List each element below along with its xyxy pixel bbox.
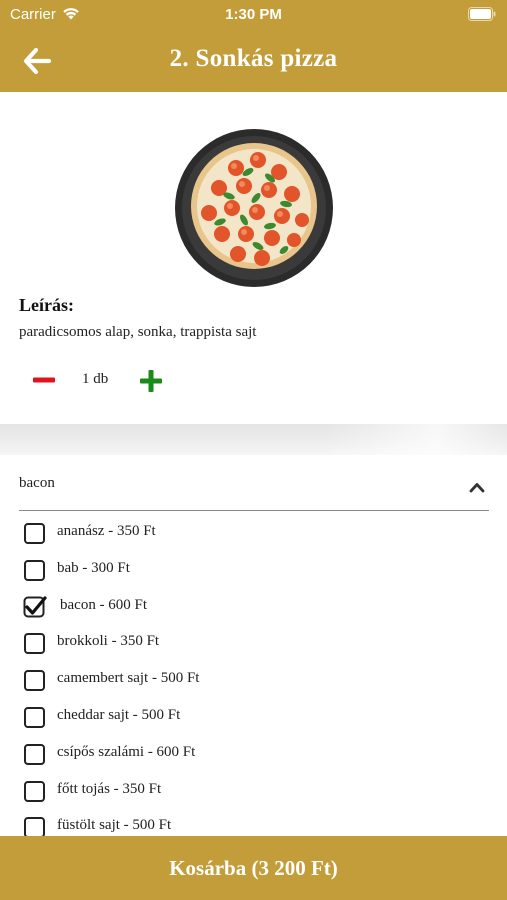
add-to-cart-label: Kosárba (3 200 Ft) <box>169 856 338 880</box>
topping-option[interactable]: cheddar sajt - 500 Ft <box>24 699 484 736</box>
plus-icon <box>140 370 162 392</box>
battery-icon <box>468 7 496 21</box>
chevron-up-icon <box>469 483 485 493</box>
toppings-dropdown[interactable]: bacon <box>19 465 489 511</box>
nav-bar: 2. Sonkás pizza <box>0 30 507 92</box>
checkbox[interactable] <box>24 706 45 728</box>
quantity-value: 1 db <box>82 371 109 387</box>
status-bar: Carrier 1:30 PM <box>0 0 507 28</box>
dropdown-selected-value: bacon <box>19 475 55 491</box>
minus-icon <box>33 377 55 383</box>
topping-option-label: csípős szalámi - 600 Ft <box>57 743 196 760</box>
topping-option-label: bacon - 600 Ft <box>60 596 148 613</box>
description-heading: Leírás: <box>19 295 74 315</box>
topping-option-label: brokkoli - 350 Ft <box>57 633 160 650</box>
checkbox-checked[interactable] <box>23 595 47 618</box>
checkbox[interactable] <box>24 670 45 692</box>
topping-option[interactable]: bab - 300 Ft <box>24 552 484 589</box>
top-bar: Carrier 1:30 PM 2. Sonkás pizza <box>0 0 507 92</box>
topping-option-label: ananász - 350 Ft <box>57 523 156 539</box>
increase-quantity-button[interactable] <box>136 366 166 396</box>
topping-option-label: füstölt sajt - 500 Ft <box>57 817 172 834</box>
topping-option[interactable]: csípős szalámi - 600 Ft <box>24 736 484 773</box>
checkbox[interactable] <box>24 523 45 544</box>
topping-option-label: camembert sajt - 500 Ft <box>57 670 200 687</box>
checkmark-icon <box>23 595 47 618</box>
topping-option-label: bab - 300 Ft <box>57 559 130 576</box>
add-to-cart-button[interactable]: Kosárba (3 200 Ft) <box>0 836 507 900</box>
pizza-image <box>175 129 333 287</box>
status-time: 1:30 PM <box>225 6 282 23</box>
topping-option-label: cheddar sajt - 500 Ft <box>57 706 181 723</box>
checkbox[interactable] <box>24 559 45 581</box>
checkbox[interactable] <box>24 817 45 836</box>
checkbox[interactable] <box>24 633 45 655</box>
checkbox[interactable] <box>24 743 45 765</box>
topping-option[interactable]: ananász - 350 Ft <box>24 515 484 552</box>
description-text: paradicsomos alap, sonka, trappista sajt <box>19 324 257 340</box>
topping-option[interactable]: camembert sajt - 500 Ft <box>24 662 484 699</box>
toppings-section: bacon ananász - 350 Ft bab - 300 Ft bacon … <box>0 455 507 836</box>
toppings-option-list: ananász - 350 Ft bab - 300 Ft bacon - 600 … <box>23 515 484 836</box>
topping-option[interactable]: főtt tojás - 350 Ft <box>24 773 484 810</box>
decrease-quantity-button[interactable] <box>28 367 60 393</box>
topping-option-label: főtt tojás - 350 Ft <box>57 780 162 797</box>
topping-option[interactable]: brokkoli - 350 Ft <box>24 625 484 662</box>
page-title: 2. Sonkás pizza <box>169 45 338 72</box>
product-card: Leírás: paradicsomos alap, sonka, trappi… <box>0 92 507 424</box>
checkbox[interactable] <box>24 780 45 802</box>
section-divider <box>0 424 507 455</box>
topping-option[interactable]: bacon - 600 Ft <box>23 589 484 626</box>
topping-option[interactable]: füstölt sajt - 500 Ft <box>24 809 484 836</box>
